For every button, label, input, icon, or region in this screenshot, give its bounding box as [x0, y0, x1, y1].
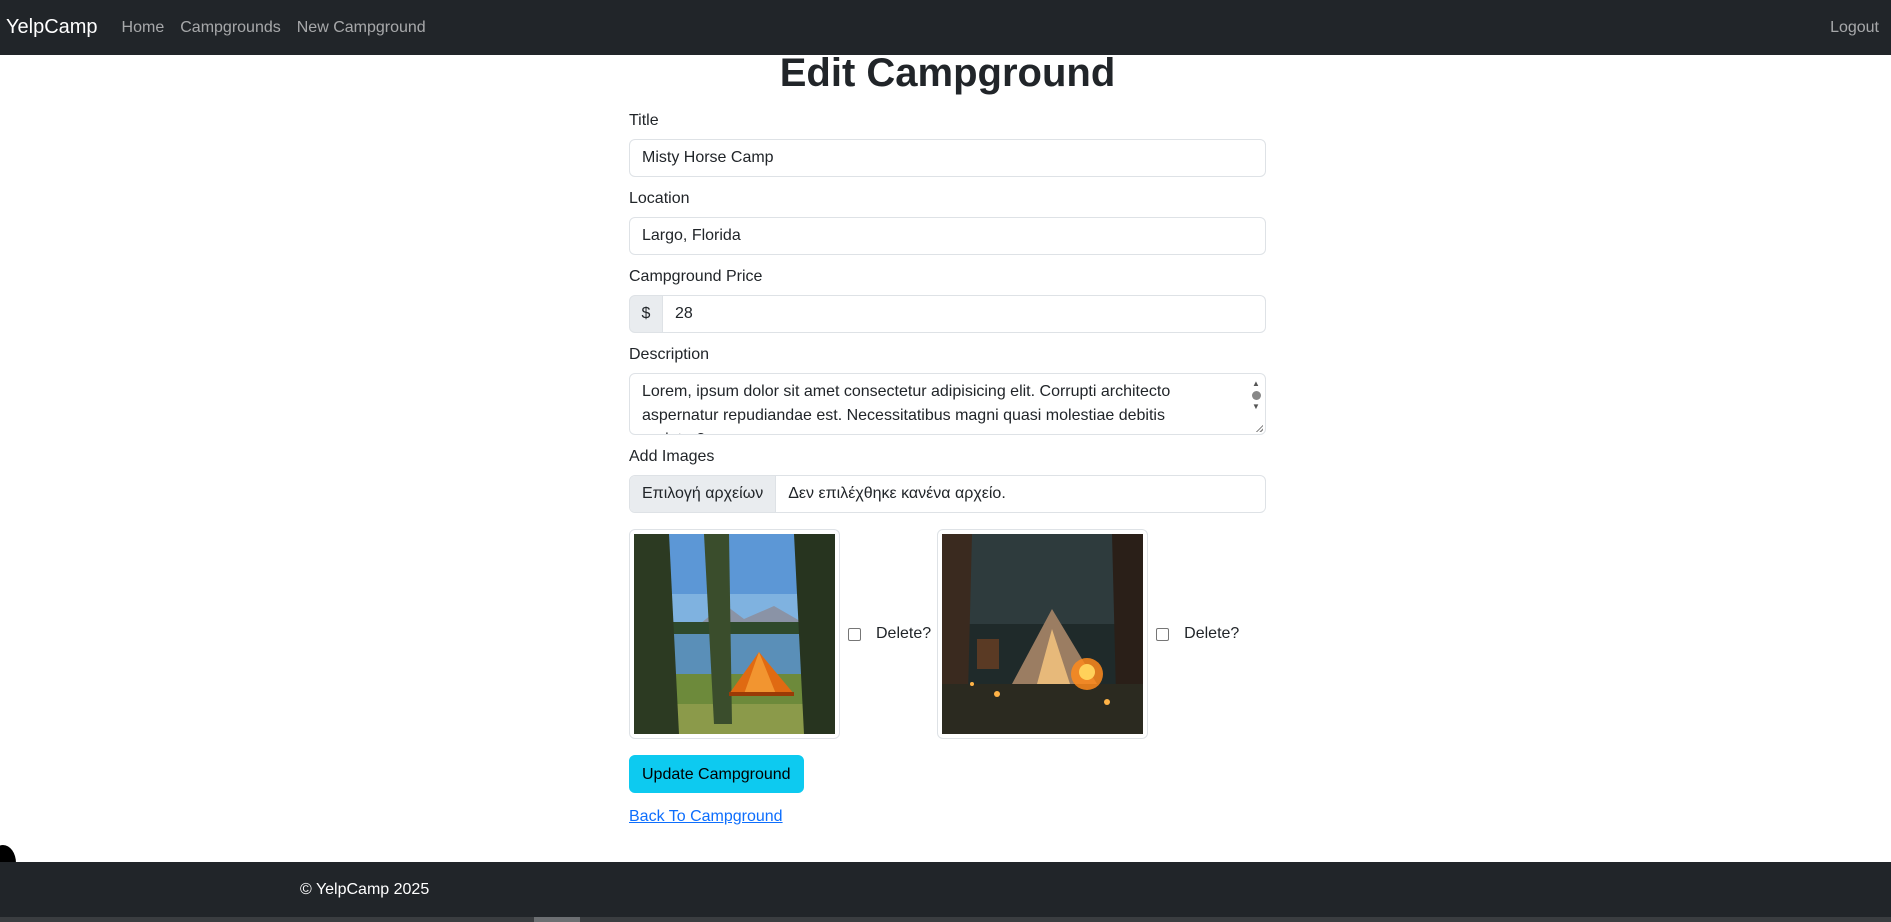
delete-checkbox-2[interactable]: [1156, 627, 1170, 641]
scroll-down-icon[interactable]: ▼: [1252, 402, 1260, 411]
description-textarea[interactable]: Lorem, ipsum dolor sit amet consectetur …: [629, 373, 1266, 435]
delete-checkbox-1[interactable]: [848, 627, 861, 641]
page-title: Edit Campground: [779, 51, 1116, 95]
campground-image-2: [937, 529, 1149, 739]
footer-copyright: © YelpCamp 2025: [300, 881, 430, 898]
delete-label-2: Delete?: [1184, 625, 1240, 642]
location-group: Location Largo, Florida: [629, 187, 1266, 255]
nav-link-new-campground[interactable]: New Campground: [297, 19, 426, 37]
dollar-addon: $: [629, 295, 663, 333]
title-input[interactable]: Misty Horse Camp: [629, 139, 1266, 177]
location-label: Location: [629, 190, 690, 207]
footer: © YelpCamp 2025: [0, 862, 1891, 917]
images-group: Add Images Επιλογή αρχείων Δεν επιλέχθηκ…: [629, 445, 1266, 513]
description-value: Lorem, ipsum dolor sit amet consectetur …: [642, 383, 1171, 434]
logout-link[interactable]: Logout: [1830, 19, 1879, 37]
price-input-group: $ 28: [629, 295, 1266, 333]
existing-images: Delete? Delete?: [629, 529, 1266, 739]
horizontal-scrollbar[interactable]: [0, 917, 1891, 922]
price-label: Campground Price: [629, 268, 763, 285]
title-label: Title: [629, 112, 659, 129]
resize-handle-icon[interactable]: [1255, 424, 1263, 432]
update-campground-button[interactable]: Update Campground: [629, 755, 804, 793]
textarea-scrollbar[interactable]: ▲ ▼: [1251, 378, 1261, 428]
delete-label-1: Delete?: [876, 625, 932, 642]
tent-lake-photo: [634, 534, 835, 734]
campground-image-1: [629, 529, 840, 739]
navbar: YelpCamp Home Campgrounds New Campground…: [0, 0, 1891, 55]
campfire-tent-photo: [942, 534, 1144, 734]
brand-link[interactable]: YelpCamp: [6, 16, 98, 39]
nav-link-campgrounds[interactable]: Campgrounds: [180, 19, 281, 37]
nav-right: Logout: [1830, 0, 1879, 55]
back-to-campground-link[interactable]: Back To Campground: [629, 808, 1266, 826]
title-group: Title Misty Horse Camp: [629, 109, 1266, 177]
file-choose-button[interactable]: Επιλογή αρχείων: [630, 476, 777, 512]
price-value: 28: [675, 305, 693, 322]
title-value: Misty Horse Camp: [642, 149, 774, 166]
location-value: Largo, Florida: [642, 227, 741, 244]
price-group: Campground Price $ 28: [629, 265, 1266, 333]
file-input[interactable]: Επιλογή αρχείων Δεν επιλέχθηκε κανένα αρ…: [629, 475, 1266, 513]
price-input[interactable]: 28: [663, 295, 1266, 333]
description-group: Description Lorem, ipsum dolor sit amet …: [629, 343, 1266, 435]
scroll-up-icon[interactable]: ▲: [1252, 379, 1260, 388]
edit-form: Edit Campground Title Misty Horse Camp L…: [629, 51, 1266, 826]
location-input[interactable]: Largo, Florida: [629, 217, 1266, 255]
nav-link-home[interactable]: Home: [122, 19, 165, 37]
horizontal-scroll-thumb[interactable]: [534, 917, 580, 922]
file-status: Δεν επιλέχθηκε κανένα αρχείο.: [788, 485, 1006, 502]
scroll-thumb[interactable]: [1251, 391, 1261, 400]
images-label: Add Images: [629, 448, 715, 465]
description-label: Description: [629, 346, 710, 363]
